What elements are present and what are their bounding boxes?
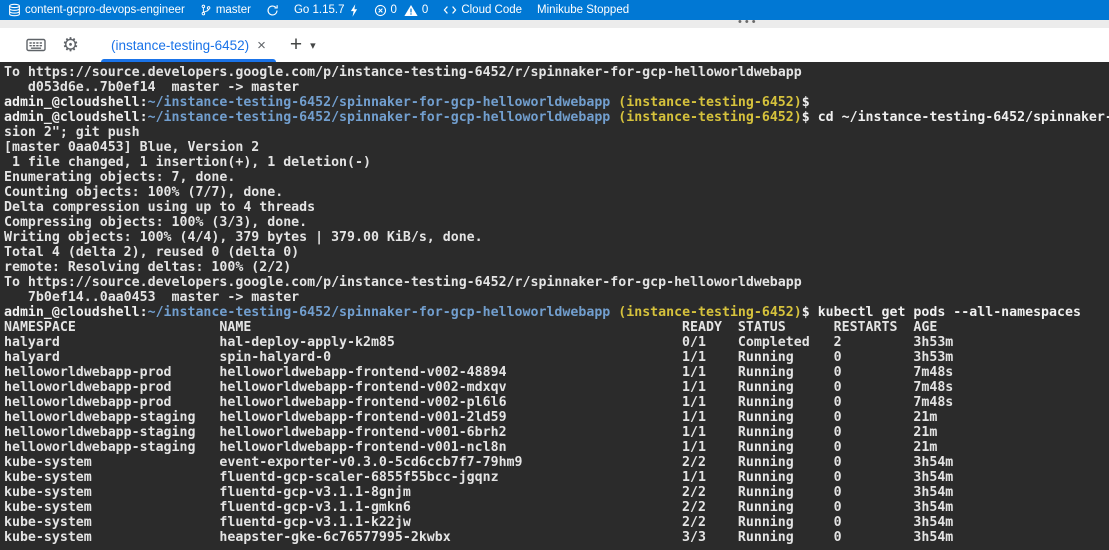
tab-label: (instance-testing-6452) — [111, 38, 249, 53]
minikube-status-item[interactable]: Minikube Stopped — [537, 0, 629, 20]
gear-icon[interactable]: ⚙ — [62, 36, 79, 55]
branch-label: master — [216, 4, 251, 16]
terminal-tab-bar: ⚙ (instance-testing-6452) × + ▾ — [0, 28, 1109, 62]
lightning-icon — [349, 4, 359, 17]
more-options-icon[interactable]: ••• — [738, 16, 759, 28]
git-branch-icon — [200, 3, 212, 17]
git-branch-status-item[interactable]: master — [200, 0, 251, 20]
sync-icon — [266, 4, 279, 17]
project-status-item[interactable]: content-gcpro-devops-engineer — [8, 0, 185, 20]
warning-count: 0 — [422, 4, 428, 16]
problems-status-item[interactable]: 0 0 — [374, 0, 429, 20]
code-icon — [443, 4, 457, 16]
database-icon — [8, 3, 21, 17]
status-bar: content-gcpro-devops-engineer master Go … — [0, 0, 1109, 20]
new-tab-button[interactable]: + — [290, 33, 302, 57]
project-label: content-gcpro-devops-engineer — [25, 4, 185, 16]
error-icon — [374, 4, 387, 17]
warning-icon — [404, 4, 418, 17]
minikube-label: Minikube Stopped — [537, 4, 629, 16]
cloud-code-status-item[interactable]: Cloud Code — [443, 0, 522, 20]
close-icon[interactable]: × — [257, 38, 266, 53]
go-version-status-item[interactable]: Go 1.15.7 — [294, 0, 359, 20]
chevron-down-icon[interactable]: ▾ — [310, 39, 316, 52]
cloud-code-label: Cloud Code — [461, 4, 522, 16]
go-version-label: Go 1.15.7 — [294, 4, 345, 16]
error-count: 0 — [391, 4, 397, 16]
panel-drag-strip: ••• — [0, 20, 1109, 28]
sync-status-item[interactable] — [266, 0, 279, 20]
keyboard-icon[interactable] — [26, 37, 46, 53]
terminal-output[interactable]: To https://source.developers.google.com/… — [0, 62, 1109, 550]
tab-instance-testing-6452[interactable]: (instance-testing-6452) × — [101, 28, 276, 62]
